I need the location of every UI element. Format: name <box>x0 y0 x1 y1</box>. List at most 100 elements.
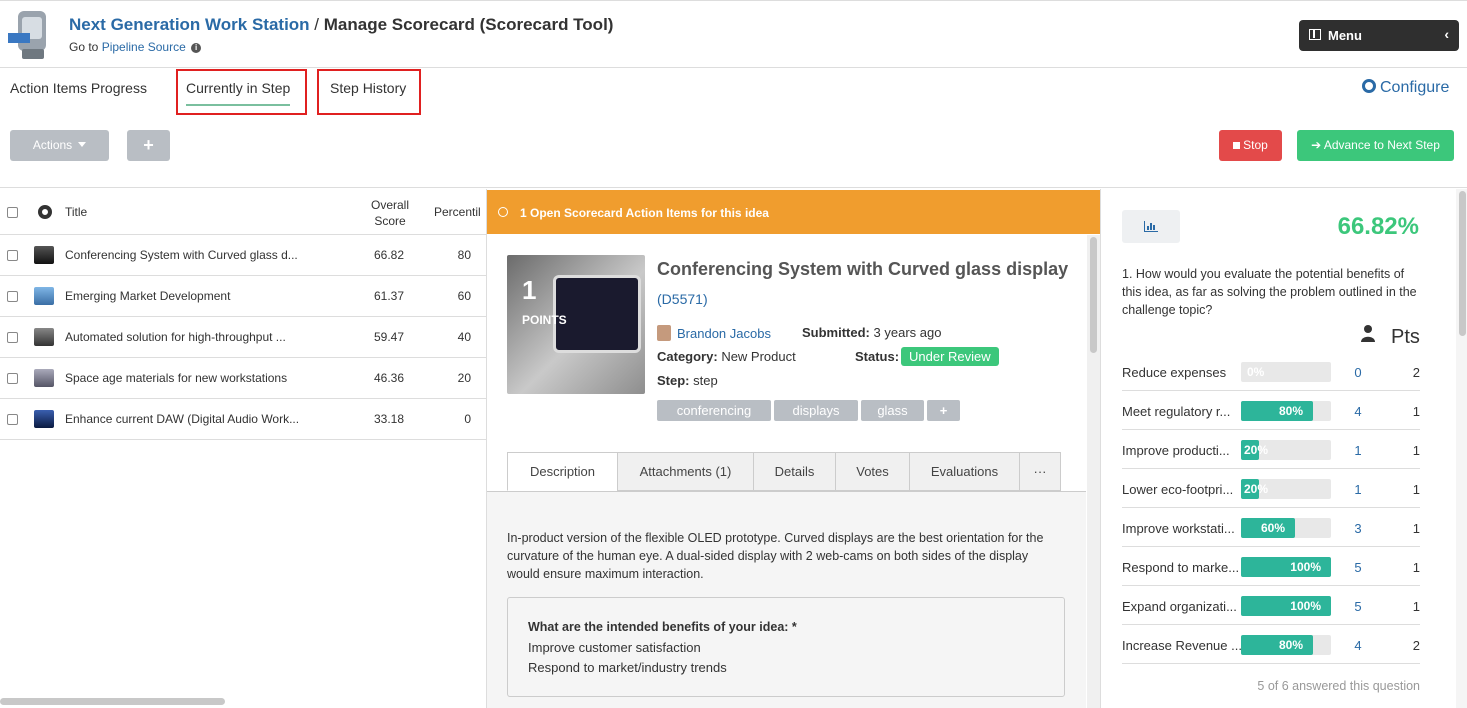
progress-text: 20% <box>1244 482 1269 496</box>
idea-description: In-product version of the flexible OLED … <box>507 531 1044 581</box>
page-heading: Next Generation Work Station / Manage Sc… <box>69 15 613 35</box>
row-checkbox[interactable] <box>7 332 18 343</box>
criterion-votes-link[interactable]: 4 <box>1347 638 1369 653</box>
criterion-label: Reduce expenses <box>1122 365 1227 380</box>
progress-text: 100% <box>1290 599 1321 613</box>
criterion-votes-link[interactable]: 1 <box>1347 482 1369 497</box>
row-checkbox[interactable] <box>7 291 18 302</box>
row-checkbox[interactable] <box>7 250 18 261</box>
step-info: Step: step <box>657 373 718 388</box>
criterion-votes-link[interactable]: 5 <box>1347 599 1369 614</box>
action-items-alert[interactable]: 1 Open Scorecard Action Items for this i… <box>487 190 1100 234</box>
points-number: 1 <box>522 275 537 305</box>
app-logo[interactable] <box>8 9 56 61</box>
criterion-votes-link[interactable]: 0 <box>1347 365 1369 380</box>
tab-attachments[interactable]: Attachments (1) <box>617 452 754 491</box>
column-overall-line2: Score <box>374 214 406 228</box>
idea-thumbnail <box>34 369 54 387</box>
column-title[interactable]: Title <box>65 205 87 219</box>
status-label-text: Status: <box>855 349 900 364</box>
status-label: Status: <box>855 349 899 364</box>
criterion-votes-link[interactable]: 1 <box>1347 443 1369 458</box>
app-title-link[interactable]: Next Generation Work Station <box>69 15 310 34</box>
tag-conferencing[interactable]: conferencing <box>657 400 771 421</box>
author-link[interactable]: Brandon Jacobs <box>677 326 771 341</box>
row-title[interactable]: Automated solution for high-throughput .… <box>65 330 286 344</box>
highlight-box-current <box>176 69 307 115</box>
vertical-scrollbar[interactable] <box>1090 237 1097 353</box>
table-row[interactable]: Enhance current DAW (Digital Audio Work.… <box>0 399 486 440</box>
row-score: 61.37 <box>374 289 405 303</box>
criterion-votes-link[interactable]: 4 <box>1347 404 1369 419</box>
actions-dropdown-button[interactable]: Actions <box>10 130 109 161</box>
pts-header: Pts <box>1391 326 1420 348</box>
goto-prefix: Go to <box>69 40 102 54</box>
table-row[interactable]: Emerging Market Development 61.37 60 <box>0 276 486 317</box>
tag-glass[interactable]: glass <box>861 400 924 421</box>
points-label: POINTS <box>522 313 567 327</box>
tag-displays[interactable]: displays <box>774 400 858 421</box>
row-title[interactable]: Enhance current DAW (Digital Audio Work.… <box>65 412 299 426</box>
idea-detail-content: 1 POINTS Conferencing System with Curved… <box>487 235 1086 708</box>
row-title[interactable]: Emerging Market Development <box>65 289 230 303</box>
stop-label: Stop <box>1243 138 1268 152</box>
idea-thumbnail <box>34 328 54 346</box>
table-row[interactable]: Space age materials for new workstations… <box>0 358 486 399</box>
table-row[interactable]: Automated solution for high-throughput .… <box>0 317 486 358</box>
row-title[interactable]: Space age materials for new workstations <box>65 371 287 385</box>
pipeline-source-link[interactable]: Pipeline Source <box>102 40 186 54</box>
tab-details[interactable]: Details <box>753 452 836 491</box>
criterion-points: 1 <box>1412 482 1420 497</box>
column-percentile[interactable]: Percentil <box>434 205 481 219</box>
chart-toggle-button[interactable] <box>1122 210 1180 243</box>
row-score: 33.18 <box>374 412 405 426</box>
ideas-list: Title Overall Score Percentil Conferenci… <box>0 189 487 708</box>
submitted-info: Submitted: 3 years ago <box>802 325 941 340</box>
category-label: Category: <box>657 349 718 364</box>
progress-text: 0% <box>1247 365 1265 379</box>
app-header: Next Generation Work Station / Manage Sc… <box>0 0 1467 68</box>
criterion-votes-link[interactable]: 5 <box>1347 560 1369 575</box>
criterion-points: 1 <box>1412 560 1420 575</box>
idea-id: (D5571) <box>657 291 708 307</box>
advance-next-step-button[interactable]: ➔ Advance to Next Step <box>1297 130 1454 161</box>
gear-icon[interactable] <box>38 205 52 219</box>
idea-thumbnail <box>34 246 54 264</box>
horizontal-scrollbar[interactable] <box>0 698 225 705</box>
info-icon[interactable]: i <box>191 42 202 53</box>
criterion-label: Expand organizati... <box>1122 599 1237 614</box>
progress-text: 60% <box>1260 521 1285 535</box>
chevron-left-icon: ‹ <box>1444 26 1449 42</box>
row-checkbox[interactable] <box>7 414 18 425</box>
criterion-row: Improve producti... 20% 1 1 <box>1122 430 1420 469</box>
benefit-item: Respond to market/industry trends <box>528 660 727 675</box>
menu-button[interactable]: Menu ‹ <box>1299 20 1459 51</box>
add-tag-button[interactable]: + <box>927 400 960 421</box>
idea-id-link[interactable]: D5571 <box>662 291 703 307</box>
tab-votes[interactable]: Votes <box>835 452 910 491</box>
criterion-votes-link[interactable]: 3 <box>1347 521 1369 536</box>
tab-action-items-progress[interactable]: Action Items Progress <box>10 80 147 96</box>
tab-description[interactable]: Description <box>507 452 618 491</box>
total-score: 66.82% <box>1337 213 1419 240</box>
gear-icon <box>1362 79 1376 93</box>
avatar <box>657 325 671 341</box>
tab-evaluations[interactable]: Evaluations <box>909 452 1020 491</box>
table-row[interactable]: Conferencing System with Curved glass d.… <box>0 235 486 276</box>
criterion-points: 1 <box>1412 404 1420 419</box>
tab-more[interactable]: ··· <box>1019 452 1061 491</box>
progress-text: 100% <box>1290 560 1321 574</box>
column-overall-score[interactable]: Overall Score <box>360 197 420 229</box>
benefits-question: What are the intended benefits of your i… <box>528 620 797 634</box>
stop-button[interactable]: Stop <box>1219 130 1282 161</box>
panel-icon <box>1309 29 1321 40</box>
answered-count: 5 of 6 answered this question <box>1257 679 1420 693</box>
row-checkbox[interactable] <box>7 373 18 384</box>
row-title[interactable]: Conferencing System with Curved glass d.… <box>65 248 298 262</box>
configure-link[interactable]: Configure <box>1362 79 1449 97</box>
idea-image: 1 POINTS <box>507 255 645 394</box>
select-all-checkbox[interactable] <box>7 207 18 218</box>
add-button[interactable]: + <box>127 130 170 161</box>
vertical-scrollbar[interactable] <box>1459 191 1466 336</box>
author-row: Brandon Jacobs <box>657 325 771 341</box>
